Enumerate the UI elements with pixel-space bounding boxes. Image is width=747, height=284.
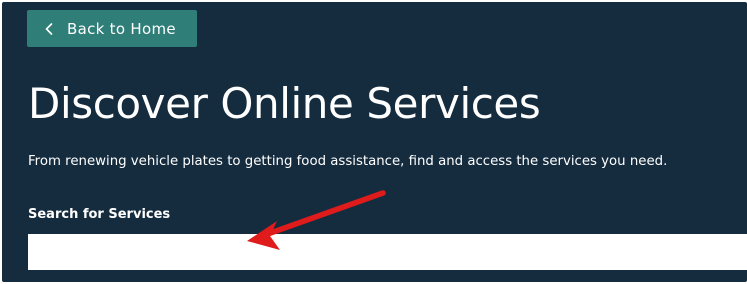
back-to-home-button[interactable]: Back to Home — [27, 10, 197, 47]
page-title: Discover Online Services — [28, 79, 541, 128]
search-input[interactable] — [28, 234, 747, 270]
search-label: Search for Services — [28, 207, 171, 222]
chevron-left-icon — [45, 22, 57, 36]
back-to-home-label: Back to Home — [67, 19, 176, 38]
page-lede: From renewing vehicle plates to getting … — [28, 154, 668, 169]
